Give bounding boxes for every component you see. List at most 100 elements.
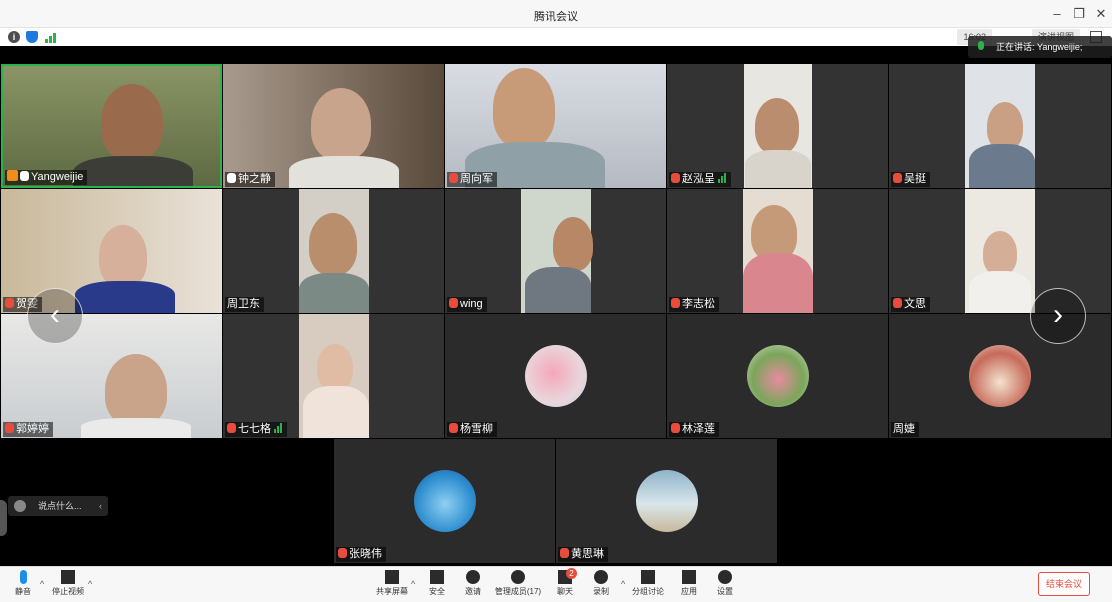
minimize-icon[interactable]: – (1046, 5, 1068, 23)
participant-name: 周向军 (447, 172, 497, 187)
share-screen-icon (385, 570, 399, 584)
participant-name: 周卫东 (225, 297, 264, 312)
apps-button[interactable]: 应用 (678, 570, 700, 597)
mic-muted-icon (227, 423, 236, 433)
restore-icon[interactable]: ❐ (1068, 5, 1090, 23)
chat-button[interactable]: 聊天 2 (554, 568, 577, 597)
mic-muted-icon (893, 173, 902, 183)
apps-icon (682, 570, 696, 584)
mic-icon (978, 41, 984, 50)
chat-input[interactable]: 说点什么... ‹ (8, 496, 108, 516)
speaking-label: 正在讲话: Yangweijie; (996, 42, 1083, 52)
camera-icon (61, 570, 75, 584)
signal-icon[interactable] (45, 31, 57, 43)
window-title: 腾讯会议 (534, 11, 578, 23)
participant-name: 林泽莲 (669, 422, 719, 437)
invite-icon (466, 570, 480, 584)
video-tile[interactable]: 李志松 (667, 189, 888, 313)
participant-name: 郭婷婷 (3, 422, 53, 437)
chevron-up-icon[interactable]: ^ (40, 579, 44, 589)
signal-icon (274, 423, 283, 438)
participant-name: 钟之静 (225, 172, 275, 187)
speaking-indicator: 正在讲话: Yangweijie; (968, 36, 1112, 58)
avatar-tile[interactable]: 林泽莲 (667, 314, 888, 438)
side-panel-tab[interactable] (0, 500, 7, 536)
mic-muted-icon (449, 423, 458, 433)
video-tile[interactable]: Yangweijie (1, 64, 222, 188)
participant-name: 李志松 (669, 297, 719, 312)
mic-muted-icon (671, 298, 680, 308)
members-icon (511, 570, 525, 584)
record-icon (594, 570, 608, 584)
mute-button[interactable]: 静音 (12, 570, 34, 597)
stop-video-button[interactable]: 停止视频 (50, 570, 86, 597)
mic-icon (227, 173, 236, 183)
mic-muted-icon (893, 298, 902, 308)
info-icon[interactable]: i (8, 31, 20, 43)
video-tile[interactable]: 周向军 (445, 64, 666, 188)
settings-icon (718, 570, 732, 584)
video-tile[interactable]: 七七格 (223, 314, 444, 438)
title-bar: 腾讯会议 – ❐ ✕ (0, 0, 1112, 28)
chevron-up-icon[interactable]: ^ (411, 579, 415, 589)
chevron-up-icon[interactable]: ^ (621, 579, 625, 589)
video-tile[interactable]: wing (445, 189, 666, 313)
share-screen-button[interactable]: 共享屏幕 (376, 570, 408, 597)
avatar (969, 345, 1031, 407)
participant-name: Yangweijie (5, 170, 88, 185)
video-tile[interactable]: 吴挺 (889, 64, 1111, 188)
participant-name: 吴挺 (891, 172, 930, 187)
smile-icon[interactable] (14, 500, 26, 512)
mic-muted-icon (5, 298, 14, 308)
chevron-left-icon[interactable]: ‹ (99, 496, 102, 516)
mic-muted-icon (560, 548, 569, 558)
unread-badge: 2 (566, 568, 577, 579)
security-button[interactable]: 安全 (426, 570, 448, 597)
breakout-button[interactable]: 分组讨论 (632, 570, 664, 597)
mic-muted-icon (449, 298, 458, 308)
avatar (635, 470, 698, 532)
participant-name: 周婕 (891, 422, 919, 437)
empty-area (778, 439, 1111, 563)
avatar-tile[interactable]: 杨雪柳 (445, 314, 666, 438)
security-icon (430, 570, 444, 584)
meeting-window: 腾讯会议 – ❐ ✕ i 16:02 演讲视图 正在讲话: Yangweijie… (0, 0, 1112, 602)
avatar (524, 345, 587, 407)
participant-name: 张晓伟 (336, 547, 386, 562)
signal-icon (718, 173, 727, 188)
participant-name: 文思 (891, 297, 930, 312)
mic-icon (20, 171, 29, 181)
avatar (746, 345, 809, 407)
invite-button[interactable]: 邀请 (462, 570, 484, 597)
avatar-tile[interactable]: 黄思琳 (556, 439, 777, 563)
participant-name: 杨雪柳 (447, 422, 497, 437)
status-bar: i 16:02 演讲视图 (0, 28, 1112, 46)
record-button[interactable]: 录制 (590, 570, 612, 597)
participant-name: 赵泓呈 (669, 172, 731, 187)
video-tile[interactable]: 周卫东 (223, 189, 444, 313)
arrow-left-icon[interactable]: ‹ (27, 288, 83, 344)
chat-placeholder: 说点什么... (38, 501, 82, 511)
video-tile[interactable]: 贺雯 (1, 189, 222, 313)
video-tile[interactable]: 赵泓呈 (667, 64, 888, 188)
avatar (413, 470, 476, 532)
host-icon (7, 170, 18, 181)
end-meeting-button[interactable]: 结束会议 (1038, 572, 1090, 596)
participant-name: wing (447, 297, 487, 312)
mic-icon (19, 570, 27, 584)
breakout-icon (641, 570, 655, 584)
arrow-right-icon[interactable]: › (1030, 288, 1086, 344)
video-tile[interactable]: 钟之静 (223, 64, 444, 188)
video-tile[interactable]: 文思 (889, 189, 1111, 313)
close-icon[interactable]: ✕ (1090, 5, 1112, 23)
meeting-toolbar: 静音 ^ 停止视频 ^ 共享屏幕 ^ 安全 邀请 管理成员(17) 聊天 2 录制… (0, 566, 1112, 602)
manage-members-button[interactable]: 管理成员(17) (494, 570, 542, 597)
participant-name: 七七格 (225, 422, 287, 437)
mic-muted-icon (5, 423, 14, 433)
mic-muted-icon (671, 423, 680, 433)
shield-icon[interactable] (26, 31, 38, 43)
participant-name: 黄思琳 (558, 547, 608, 562)
chevron-up-icon[interactable]: ^ (88, 579, 92, 589)
avatar-tile[interactable]: 张晓伟 (334, 439, 555, 563)
settings-button[interactable]: 设置 (714, 570, 736, 597)
